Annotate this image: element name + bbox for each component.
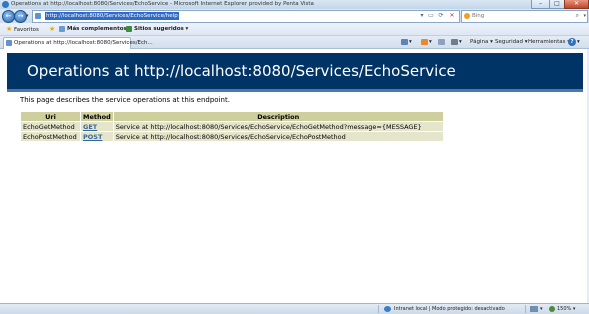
close-button[interactable]: ✕ — [564, 0, 589, 9]
column-header-method: Method — [80, 111, 114, 122]
uri-cell: EchoGetMethod — [20, 121, 81, 132]
more-addons-button[interactable]: Más complementos ▾ — [59, 25, 131, 33]
table-header-row: Uri Method Description — [20, 111, 444, 122]
page-content: Operations at http://localhost:8080/Serv… — [0, 49, 587, 303]
tab-page-icon — [6, 40, 12, 46]
navigation-bar: ← → ▾ http://localhost:8080/Services/Ech… — [0, 9, 589, 23]
stop-icon[interactable]: ✕ — [448, 12, 456, 20]
search-box[interactable]: ⌕ ▾ — [461, 10, 588, 23]
internet-explorer-icon — [2, 1, 9, 8]
operations-table: Uri Method Description EchoGetMethod GET… — [20, 111, 444, 142]
page-menu[interactable]: Página ▾ — [470, 38, 493, 46]
bing-icon — [464, 13, 470, 19]
page-title: Operations at http://localhost:8080/Serv… — [27, 62, 456, 80]
print-dropdown-icon[interactable]: ▾ — [459, 38, 462, 46]
zoom-icon — [549, 306, 555, 312]
suggested-sites-button[interactable]: Sitios sugeridos ▾ — [126, 25, 188, 33]
status-divider — [525, 305, 526, 313]
table-row: EchoPostMethod POST Service at http://lo… — [20, 131, 444, 142]
status-bar: Intranet local | Modo protegido: desacti… — [0, 303, 589, 314]
tab-bar: Operations at http://localhost:8080/Serv… — [0, 36, 589, 49]
help-icon[interactable]: ? — [568, 38, 576, 46]
recent-pages-dropdown-icon[interactable]: ▾ — [26, 13, 29, 19]
home-icon[interactable] — [401, 39, 408, 45]
feeds-icon[interactable] — [421, 39, 428, 45]
zoom-level[interactable]: 150% ▾ — [557, 305, 575, 313]
address-url[interactable]: http://localhost:8080/Services/EchoServi… — [45, 12, 179, 20]
column-header-uri: Uri — [20, 111, 81, 122]
suggested-sites-icon — [126, 25, 132, 32]
protected-mode-dropdown-icon[interactable]: ▾ — [540, 305, 543, 313]
method-cell: POST — [80, 131, 114, 142]
refresh-icon[interactable]: ⟳ — [437, 12, 445, 20]
description-cell: Service at http://localhost:8080/Service… — [112, 121, 444, 132]
address-bar[interactable]: http://localhost:8080/Services/EchoServi… — [32, 10, 460, 23]
addons-icon — [59, 25, 65, 32]
page-heading-banner: Operations at http://localhost:8080/Serv… — [7, 53, 583, 92]
page-intro: This page describes the service operatio… — [20, 96, 230, 104]
window-title: Operations at http://localhost:8080/Serv… — [11, 1, 314, 7]
protected-mode-icon[interactable] — [530, 306, 538, 312]
help-dropdown-icon[interactable]: ▾ — [577, 38, 580, 46]
address-dropdown-icon[interactable]: ▾ — [418, 12, 426, 20]
feeds-dropdown-icon[interactable]: ▾ — [429, 38, 432, 46]
security-zone-text[interactable]: Intranet local | Modo protegido: desacti… — [394, 305, 505, 313]
status-divider — [378, 305, 379, 313]
mail-icon[interactable] — [438, 39, 445, 45]
search-magnifier-icon[interactable]: ⌕ — [576, 12, 579, 20]
description-cell: Service at http://localhost:8080/Service… — [112, 131, 444, 142]
column-header-description: Description — [112, 111, 444, 122]
intranet-zone-icon — [384, 306, 391, 312]
minimize-button[interactable]: – — [531, 0, 550, 9]
method-link-get[interactable]: GET — [83, 123, 97, 131]
favorites-bar: ★ Favoritos ★ Más complementos ▾ Sitios … — [0, 23, 589, 36]
home-dropdown-icon[interactable]: ▾ — [409, 38, 412, 46]
tools-menu[interactable]: Herramientas ▾ — [528, 38, 570, 46]
safety-menu[interactable]: Seguridad ▾ — [495, 38, 528, 46]
table-row: EchoGetMethod GET Service at http://loca… — [20, 121, 444, 132]
add-to-favorites-bar-icon[interactable]: ★ — [49, 25, 55, 33]
search-input[interactable] — [472, 12, 568, 20]
print-icon[interactable] — [451, 39, 458, 45]
favorites-star-icon: ★ — [6, 25, 13, 33]
method-link-post[interactable]: POST — [83, 133, 102, 141]
favorites-button[interactable]: ★ Favoritos — [6, 25, 39, 33]
page-icon — [35, 13, 41, 19]
tab-operations[interactable]: Operations at http://localhost:8080/Serv… — [3, 37, 153, 49]
method-cell: GET — [80, 121, 114, 132]
maximize-button[interactable]: □ — [549, 0, 565, 9]
search-options-dropdown-icon[interactable]: ▾ — [583, 12, 586, 20]
uri-cell: EchoPostMethod — [20, 131, 81, 142]
compatibility-view-icon[interactable]: ▭ — [427, 12, 435, 20]
